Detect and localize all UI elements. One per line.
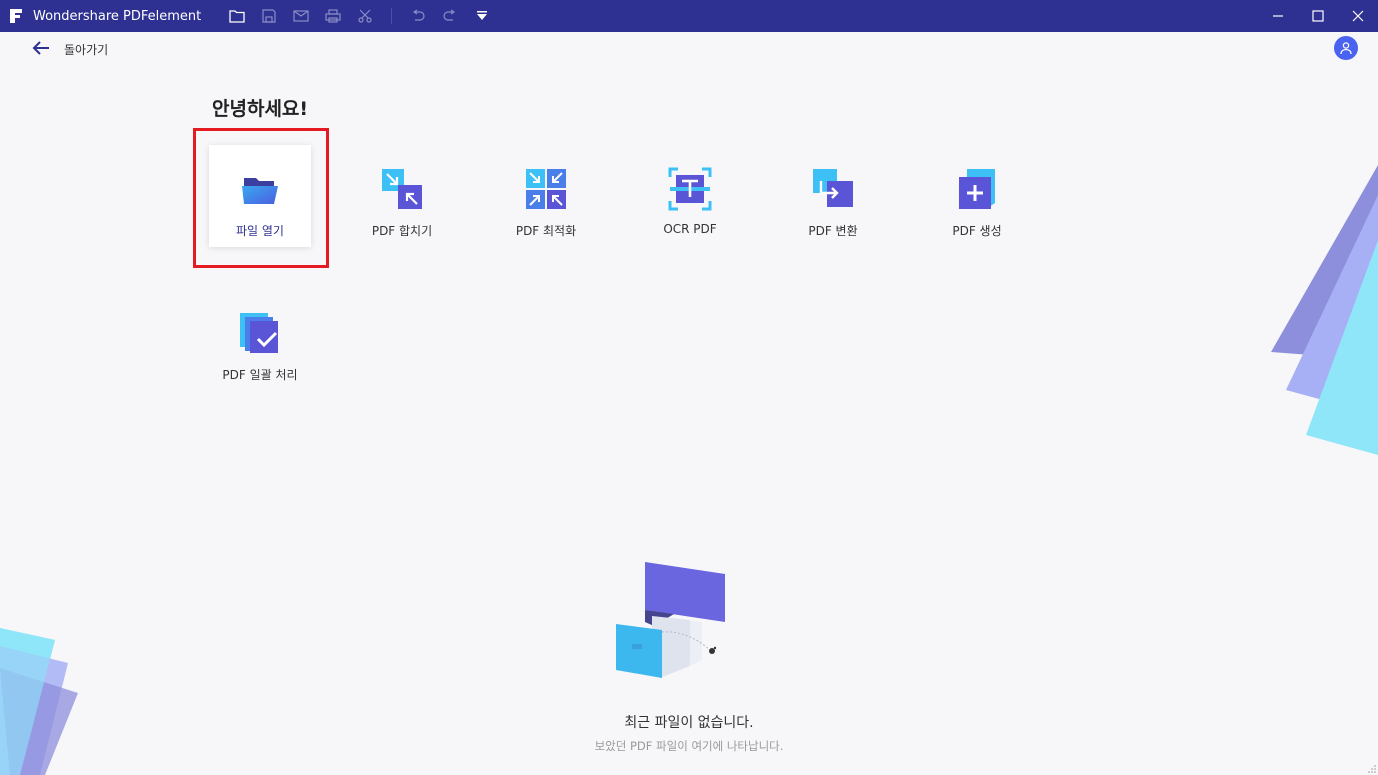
app-logo-icon [0,0,32,32]
back-label: 돌아가기 [64,42,109,57]
tile-create-pdf[interactable]: PDF 생성 [926,145,1028,247]
scissors-icon[interactable] [349,0,381,32]
arrow-left-icon [32,40,50,59]
tile-optimize-pdf[interactable]: PDF 최적화 [495,145,597,247]
redo-icon[interactable] [434,0,466,32]
empty-state-subtitle: 보았던 PDF 파일이 여기에 나타납니다. [594,739,784,753]
app-title: Wondershare PDFelement [33,8,202,24]
close-icon[interactable] [1338,0,1378,32]
tile-label: PDF 생성 [952,224,1002,238]
merge-icon [378,165,426,213]
maximize-icon[interactable] [1298,0,1338,32]
empty-state-illustration [616,562,725,678]
ocr-icon [666,165,714,213]
tile-label: PDF 일괄 처리 [222,368,298,382]
tile-label: 파일 열기 [236,224,284,238]
back-button[interactable]: 돌아가기 [32,38,108,60]
tile-merge-pdf[interactable]: PDF 합치기 [351,145,453,247]
tile-batch-pdf[interactable]: PDF 일괄 처리 [209,289,311,391]
decorative-shapes-right [1271,165,1378,455]
empty-state-title: 최근 파일이 없습니다. [624,715,754,731]
quick-access-toolbar [221,0,498,32]
minimize-icon[interactable] [1258,0,1298,32]
convert-icon [809,165,857,213]
account-avatar[interactable] [1334,36,1358,60]
window-controls [1258,0,1378,32]
title-bar: Wondershare PDFelement [0,0,1378,32]
print-icon[interactable] [317,0,349,32]
optimize-icon [522,165,570,213]
toolbar-divider [391,8,393,24]
user-icon [1340,42,1352,55]
resize-grip-icon[interactable] [1368,765,1376,773]
mail-icon[interactable] [285,0,317,32]
tile-convert-pdf[interactable]: PDF 변환 [782,145,884,247]
greeting-heading: 안녕하세요! [212,98,309,120]
create-icon [953,165,1001,213]
undo-icon[interactable] [402,0,434,32]
tile-open-file[interactable]: 파일 열기 [209,145,311,247]
tile-label: PDF 변환 [808,224,858,238]
tile-ocr-pdf[interactable]: OCR PDF [639,145,741,247]
tile-label: PDF 최적화 [515,224,577,238]
tile-label: PDF 합치기 [371,224,433,238]
tile-label: OCR PDF [663,222,717,236]
dropdown-icon[interactable] [466,0,498,32]
save-icon[interactable] [253,0,285,32]
batch-icon [236,309,284,357]
open-folder-icon[interactable] [221,0,253,32]
open-folder-icon [236,165,284,213]
